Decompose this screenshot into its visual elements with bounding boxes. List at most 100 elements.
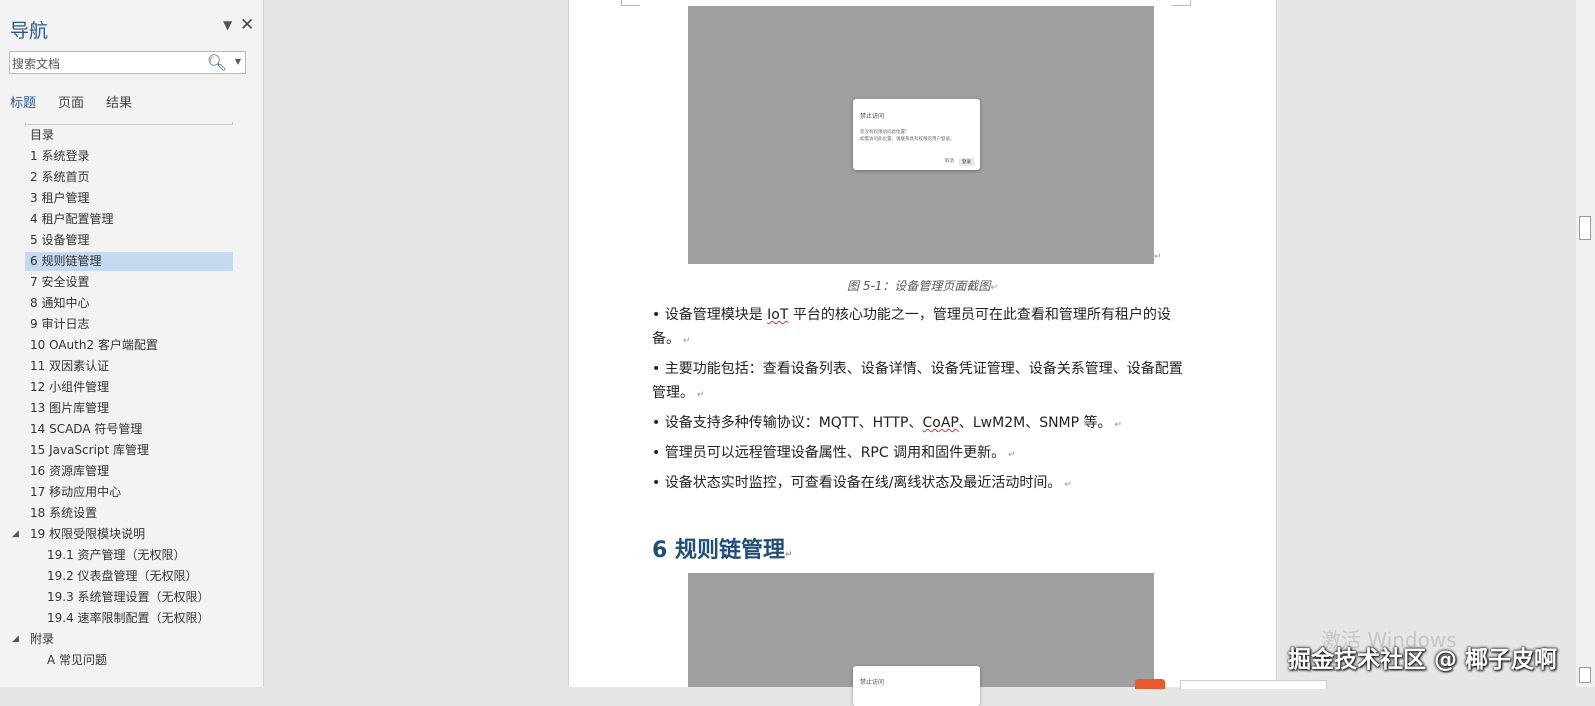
nav-heading-label[interactable]: 16 资源库管理: [30, 461, 109, 482]
bullet-paragraph[interactable]: • 管理员可以远程管理设备属性、RPC 调用和固件更新。 ↵: [652, 441, 1192, 467]
nav-heading-item[interactable]: 19.2 仪表盘管理（无权限）: [0, 566, 264, 587]
section-heading-text[interactable]: 6 规则链管理: [652, 538, 785, 563]
bullet-text[interactable]: • 管理员可以远程管理设备属性、RPC 调用和固件更新。: [652, 445, 1005, 461]
nav-heading-item[interactable]: 目录: [0, 125, 264, 146]
nav-heading-item[interactable]: 10 OAuth2 客户端配置: [0, 335, 264, 356]
scrollbar-bottom-button[interactable]: [1579, 667, 1591, 683]
tab-headings[interactable]: 标题: [10, 92, 36, 111]
nav-heading-highlight[interactable]: 19 权限受限模块说明: [25, 525, 233, 544]
nav-heading-label[interactable]: 11 双因素认证: [30, 356, 109, 377]
nav-heading-highlight[interactable]: 11 双因素认证: [25, 357, 233, 376]
nav-heading-item[interactable]: 4 租户配置管理: [0, 209, 264, 230]
nav-heading-label[interactable]: 6 规则链管理: [30, 251, 101, 272]
floating-toolbar[interactable]: [1180, 680, 1327, 689]
nav-heading-item[interactable]: 2 系统首页: [0, 167, 264, 188]
bullet-text[interactable]: 、LwM2M、SNMP 等。: [959, 415, 1112, 431]
nav-heading-label[interactable]: 19.1 资产管理（无权限）: [47, 545, 186, 566]
nav-heading-label[interactable]: 9 审计日志: [30, 314, 89, 335]
nav-heading-item[interactable]: ◢ 19 权限受限模块说明: [0, 524, 264, 545]
nav-heading-label[interactable]: 19 权限受限模块说明: [30, 524, 145, 545]
nav-heading-highlight[interactable]: 19.2 仪表盘管理（无权限）: [42, 567, 233, 586]
nav-heading-highlight[interactable]: 2 系统首页: [25, 168, 233, 187]
nav-heading-item[interactable]: 14 SCADA 符号管理: [0, 419, 264, 440]
nav-heading-label[interactable]: 19.2 仪表盘管理（无权限）: [47, 566, 198, 587]
nav-heading-item[interactable]: 6 规则链管理: [0, 251, 264, 272]
vertical-scrollbar[interactable]: [1576, 0, 1595, 687]
bullet-text[interactable]: • 主要功能包括：查看设备列表、设备详情、设备凭证管理、设备关系管理、设备配置管…: [652, 361, 1183, 401]
nav-heading-item[interactable]: 19.3 系统管理设置（无权限）: [0, 587, 264, 608]
bullet-paragraph[interactable]: • 设备管理模块是 IoT 平台的核心功能之一，管理员可在此查看和管理所有租户的…: [652, 303, 1192, 353]
nav-heading-highlight[interactable]: 6 规则链管理: [25, 252, 233, 271]
nav-heading-label[interactable]: 1 系统登录: [30, 146, 89, 167]
nav-heading-label[interactable]: 3 租户管理: [30, 188, 89, 209]
nav-heading-label[interactable]: 13 图片库管理: [30, 398, 109, 419]
nav-heading-item[interactable]: A 常见问题: [0, 650, 264, 671]
spelling-flagged-word[interactable]: IoT: [767, 307, 788, 323]
nav-heading-highlight[interactable]: 4 租户配置管理: [25, 210, 233, 229]
nav-heading-item[interactable]: 3 租户管理: [0, 188, 264, 209]
nav-heading-item[interactable]: 7 安全设置: [0, 272, 264, 293]
nav-heading-highlight[interactable]: 18 系统设置: [25, 504, 233, 523]
search-icon[interactable]: 🔍︎: [207, 53, 227, 72]
nav-heading-label[interactable]: 12 小组件管理: [30, 377, 109, 398]
nav-heading-item[interactable]: 18 系统设置: [0, 503, 264, 524]
nav-heading-label[interactable]: A 常见问题: [47, 650, 107, 671]
expand-collapse-icon[interactable]: ◢: [12, 629, 19, 650]
nav-heading-label[interactable]: 10 OAuth2 客户端配置: [30, 335, 158, 356]
nav-heading-label[interactable]: 19.3 系统管理设置（无权限）: [47, 587, 210, 608]
bullet-paragraph[interactable]: • 设备支持多种传输协议：MQTT、HTTP、CoAP、LwM2M、SNMP 等…: [652, 411, 1192, 437]
nav-heading-highlight[interactable]: 13 图片库管理: [25, 399, 233, 418]
spelling-flagged-word[interactable]: CoAP: [923, 415, 959, 431]
floating-widget-icon[interactable]: [1135, 679, 1165, 689]
nav-heading-label[interactable]: 4 租户配置管理: [30, 209, 113, 230]
bullet-text[interactable]: • 设备支持多种传输协议：MQTT、HTTP、: [652, 415, 923, 431]
nav-heading-label[interactable]: 7 安全设置: [30, 272, 89, 293]
nav-heading-highlight[interactable]: 附录: [25, 630, 233, 649]
nav-heading-item[interactable]: 1 系统登录: [0, 146, 264, 167]
nav-heading-highlight[interactable]: 12 小组件管理: [25, 378, 233, 397]
section-heading[interactable]: 6 规则链管理↵: [652, 532, 793, 564]
nav-heading-label[interactable]: 目录: [30, 125, 54, 146]
chevron-down-icon[interactable]: ▼: [235, 57, 241, 66]
nav-heading-highlight[interactable]: A 常见问题: [42, 651, 233, 670]
search-document-field[interactable]: 搜索文档 🔍︎ ▼: [9, 51, 246, 74]
nav-heading-item[interactable]: 15 JavaScript 库管理: [0, 440, 264, 461]
nav-heading-highlight[interactable]: 9 审计日志: [25, 315, 233, 334]
nav-heading-label[interactable]: 17 移动应用中心: [30, 482, 121, 503]
nav-heading-label[interactable]: 2 系统首页: [30, 167, 89, 188]
nav-heading-highlight[interactable]: 3 租户管理: [25, 189, 233, 208]
nav-heading-item[interactable]: 8 通知中心: [0, 293, 264, 314]
nav-heading-item[interactable]: 19.4 速率限制配置（无权限）: [0, 608, 264, 629]
nav-heading-highlight[interactable]: 19.3 系统管理设置（无权限）: [42, 588, 233, 607]
bullet-text[interactable]: • 设备状态实时监控，可查看设备在线/离线状态及最近活动时间。: [652, 475, 1061, 491]
nav-heading-item[interactable]: 19.1 资产管理（无权限）: [0, 545, 264, 566]
nav-heading-highlight[interactable]: 5 设备管理: [25, 231, 233, 250]
expand-collapse-icon[interactable]: ◢: [12, 524, 19, 545]
bullet-text[interactable]: • 设备管理模块是: [652, 307, 767, 323]
nav-heading-highlight[interactable]: 目录: [25, 126, 233, 145]
close-icon[interactable]: ✕: [240, 15, 254, 35]
nav-heading-label[interactable]: 15 JavaScript 库管理: [30, 440, 149, 461]
nav-heading-highlight[interactable]: 8 通知中心: [25, 294, 233, 313]
nav-heading-highlight[interactable]: 7 安全设置: [25, 273, 233, 292]
tab-pages[interactable]: 页面: [58, 92, 84, 111]
nav-heading-item[interactable]: 16 资源库管理: [0, 461, 264, 482]
bullet-paragraph[interactable]: • 设备状态实时监控，可查看设备在线/离线状态及最近活动时间。 ↵: [652, 471, 1192, 497]
nav-heading-item[interactable]: 17 移动应用中心: [0, 482, 264, 503]
pane-options-icon[interactable]: ▼: [223, 18, 232, 32]
nav-heading-label[interactable]: 14 SCADA 符号管理: [30, 419, 142, 440]
nav-heading-item[interactable]: 9 审计日志: [0, 314, 264, 335]
nav-heading-label[interactable]: 附录: [30, 629, 54, 650]
bullet-paragraph[interactable]: • 主要功能包括：查看设备列表、设备详情、设备凭证管理、设备关系管理、设备配置管…: [652, 357, 1192, 407]
nav-heading-highlight[interactable]: 17 移动应用中心: [25, 483, 233, 502]
nav-heading-label[interactable]: 19.4 速率限制配置（无权限）: [47, 608, 210, 629]
nav-heading-label[interactable]: 18 系统设置: [30, 503, 97, 524]
scrollbar-thumb[interactable]: [1579, 216, 1591, 240]
nav-heading-highlight[interactable]: 10 OAuth2 客户端配置: [25, 336, 233, 355]
nav-heading-highlight[interactable]: 15 JavaScript 库管理: [25, 441, 233, 460]
nav-heading-item[interactable]: 5 设备管理: [0, 230, 264, 251]
nav-heading-item[interactable]: 12 小组件管理: [0, 377, 264, 398]
nav-heading-highlight[interactable]: 14 SCADA 符号管理: [25, 420, 233, 439]
nav-heading-item[interactable]: 11 双因素认证: [0, 356, 264, 377]
search-input[interactable]: 搜索文档: [12, 55, 60, 72]
